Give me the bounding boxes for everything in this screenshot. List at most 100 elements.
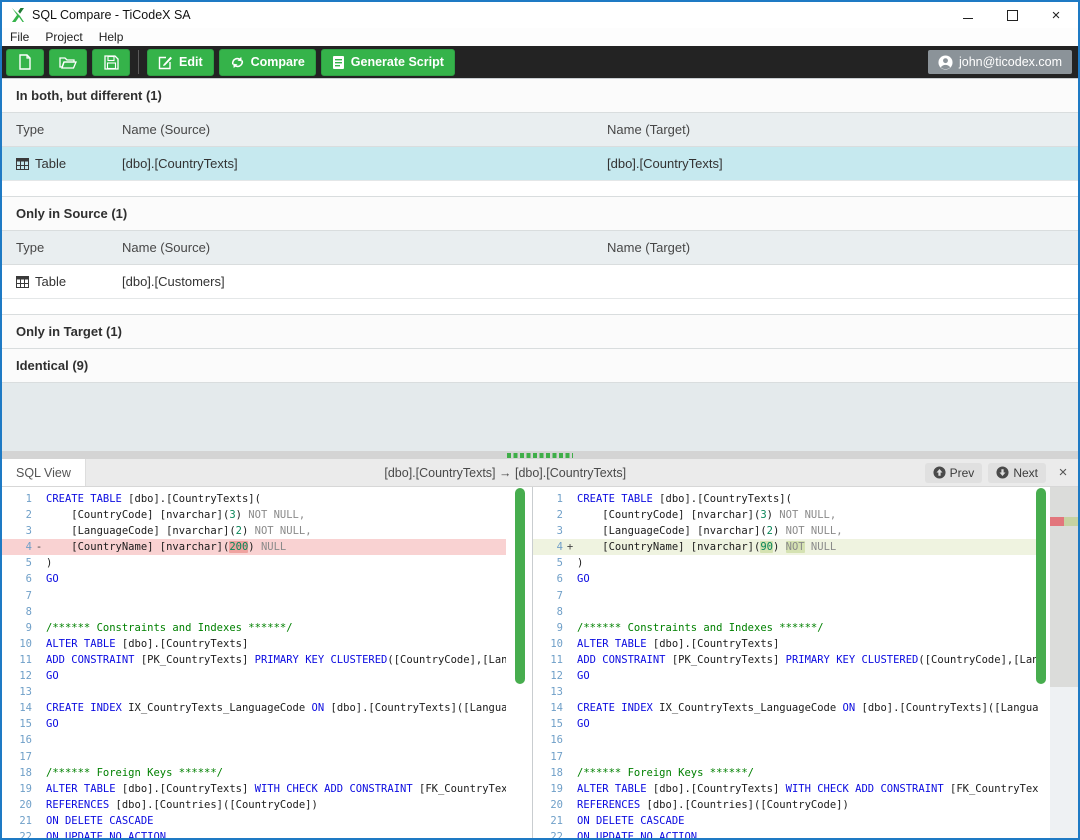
toolbar-separator (138, 50, 139, 74)
prev-button-label: Prev (950, 466, 975, 480)
splitter-handle-icon (507, 453, 573, 458)
menu-project[interactable]: Project (45, 30, 82, 44)
table-row[interactable]: Table[dbo].[Customers] (2, 265, 1078, 299)
line-number: 7 (2, 588, 32, 604)
edit-button[interactable]: Edit (147, 49, 214, 76)
pane-splitter[interactable] (2, 451, 1078, 459)
code-line: 7 (2, 588, 506, 604)
line-number: 8 (2, 604, 32, 620)
code-text: ON UPDATE NO ACTION (46, 829, 506, 838)
code-text: CREATE INDEX IX_CountryTexts_LanguageCod… (46, 700, 506, 716)
code-line: 11 ADD CONSTRAINT [PK_CountryTexts] PRIMA… (2, 652, 506, 668)
line-number: 6 (2, 571, 32, 587)
line-number: 9 (533, 620, 563, 636)
diff-overview-ruler[interactable] (1050, 487, 1078, 838)
line-number: 1 (533, 491, 563, 507)
compare-button-label: Compare (251, 55, 305, 69)
column-header-target[interactable]: Name (Target) (607, 122, 1078, 137)
maximize-icon (1007, 10, 1018, 21)
save-file-button[interactable] (92, 49, 130, 76)
code-line: 19 ALTER TABLE [dbo].[CountryTexts] WITH … (2, 781, 506, 797)
line-number: 18 (2, 765, 32, 781)
code-text: GO (577, 668, 1038, 684)
code-text: CREATE INDEX IX_CountryTexts_LanguageCod… (577, 700, 1038, 716)
line-number: 2 (2, 507, 32, 523)
code-text: ) (46, 555, 506, 571)
code-line: 11ADD CONSTRAINT [PK_CountryTexts] PRIMA… (533, 652, 1038, 668)
code-line: 19ALTER TABLE [dbo].[CountryTexts] WITH … (533, 781, 1038, 797)
generate-script-button[interactable]: Generate Script (321, 49, 455, 76)
code-text: ON DELETE CASCADE (46, 813, 506, 829)
left-pane-scrollbar[interactable] (515, 488, 525, 684)
code-line: 10ALTER TABLE [dbo].[CountryTexts] (533, 636, 1038, 652)
next-button-label: Next (1013, 466, 1038, 480)
left-code-editor[interactable]: 1CREATE TABLE [dbo].[CountryTexts](2 [Co… (2, 487, 506, 838)
code-text: ADD CONSTRAINT [PK_CountryTexts] PRIMARY… (577, 652, 1038, 668)
line-number: 19 (533, 781, 563, 797)
close-button[interactable]: × (1034, 2, 1078, 28)
right-pane-scrollbar[interactable] (1036, 488, 1046, 684)
open-file-button[interactable] (49, 49, 87, 76)
user-icon (938, 55, 953, 70)
line-number: 13 (533, 684, 563, 700)
new-file-icon (18, 54, 32, 70)
code-line: 16 (2, 732, 506, 748)
prev-diff-button[interactable]: Prev (925, 463, 983, 483)
code-line: 5) (533, 555, 1038, 571)
line-number: 6 (533, 571, 563, 587)
right-pane[interactable]: 1CREATE TABLE [dbo].[CountryTexts](2 [Co… (532, 487, 1078, 838)
sql-view-bar: SQL View [dbo].[CountryTexts] → [dbo].[C… (2, 459, 1078, 487)
line-number: 4 (533, 539, 563, 555)
line-number: 22 (533, 829, 563, 838)
close-sql-view-button[interactable]: × (1052, 464, 1074, 481)
code-line: 1CREATE TABLE [dbo].[CountryTexts]( (533, 491, 1038, 507)
code-line: 1CREATE TABLE [dbo].[CountryTexts]( (2, 491, 506, 507)
section-title: Identical (9) (16, 358, 88, 373)
column-header-source[interactable]: Name (Source) (122, 122, 607, 137)
right-code-editor[interactable]: 1CREATE TABLE [dbo].[CountryTexts](2 [Co… (533, 487, 1038, 838)
minimize-icon (963, 17, 973, 19)
line-number: 7 (533, 588, 563, 604)
code-line: 15GO (2, 716, 506, 732)
maximize-button[interactable] (990, 2, 1034, 28)
section-header-0[interactable]: In both, but different (1) (2, 78, 1078, 113)
code-line: 6 GO (533, 571, 1038, 587)
tab-sql-view[interactable]: SQL View (2, 459, 86, 486)
line-number: 15 (2, 716, 32, 732)
code-text: ADD CONSTRAINT [PK_CountryTexts] PRIMARY… (46, 652, 506, 668)
compare-button[interactable]: Compare (219, 49, 316, 76)
column-header-source[interactable]: Name (Source) (122, 240, 607, 255)
table-icon (16, 158, 29, 170)
section-title: Only in Target (1) (16, 324, 122, 339)
line-number: 19 (2, 781, 32, 797)
next-arrow-icon (996, 466, 1009, 479)
menu-help[interactable]: Help (99, 30, 124, 44)
new-file-button[interactable] (6, 49, 44, 76)
section-header-2[interactable]: Only in Target (1) (2, 314, 1078, 349)
minimize-button[interactable] (946, 2, 990, 28)
line-number: 14 (2, 700, 32, 716)
table-row[interactable]: Table[dbo].[CountryTexts][dbo].[CountryT… (2, 147, 1078, 181)
code-line: 21ON DELETE CASCADE (2, 813, 506, 829)
column-header-type[interactable]: Type (2, 240, 122, 255)
section-header-1[interactable]: Only in Source (1) (2, 196, 1078, 231)
column-header-type[interactable]: Type (2, 122, 122, 137)
table-icon (16, 276, 29, 288)
code-text: ON DELETE CASCADE (577, 813, 1038, 829)
row-source-cell: [dbo].[CountryTexts] (122, 156, 607, 171)
menu-file[interactable]: File (10, 30, 29, 44)
code-text: CREATE TABLE [dbo].[CountryTexts]( (46, 491, 506, 507)
code-line: 2 [CountryCode] [nvarchar](3) NOT NULL, (533, 507, 1038, 523)
column-header-row: TypeName (Source)Name (Target) (2, 231, 1078, 265)
column-header-target[interactable]: Name (Target) (607, 240, 1078, 255)
line-number: 11 (2, 652, 32, 668)
code-text: GO (577, 571, 1038, 587)
code-text: ALTER TABLE [dbo].[CountryTexts] WITH CH… (46, 781, 506, 797)
line-number: 10 (2, 636, 32, 652)
next-diff-button[interactable]: Next (988, 463, 1046, 483)
left-pane[interactable]: 1CREATE TABLE [dbo].[CountryTexts](2 [Co… (2, 487, 532, 838)
section-header-3[interactable]: Identical (9) (2, 348, 1078, 383)
user-account-button[interactable]: john@ticodex.com (928, 50, 1072, 74)
line-number: 12 (2, 668, 32, 684)
code-line: 7 (533, 588, 1038, 604)
